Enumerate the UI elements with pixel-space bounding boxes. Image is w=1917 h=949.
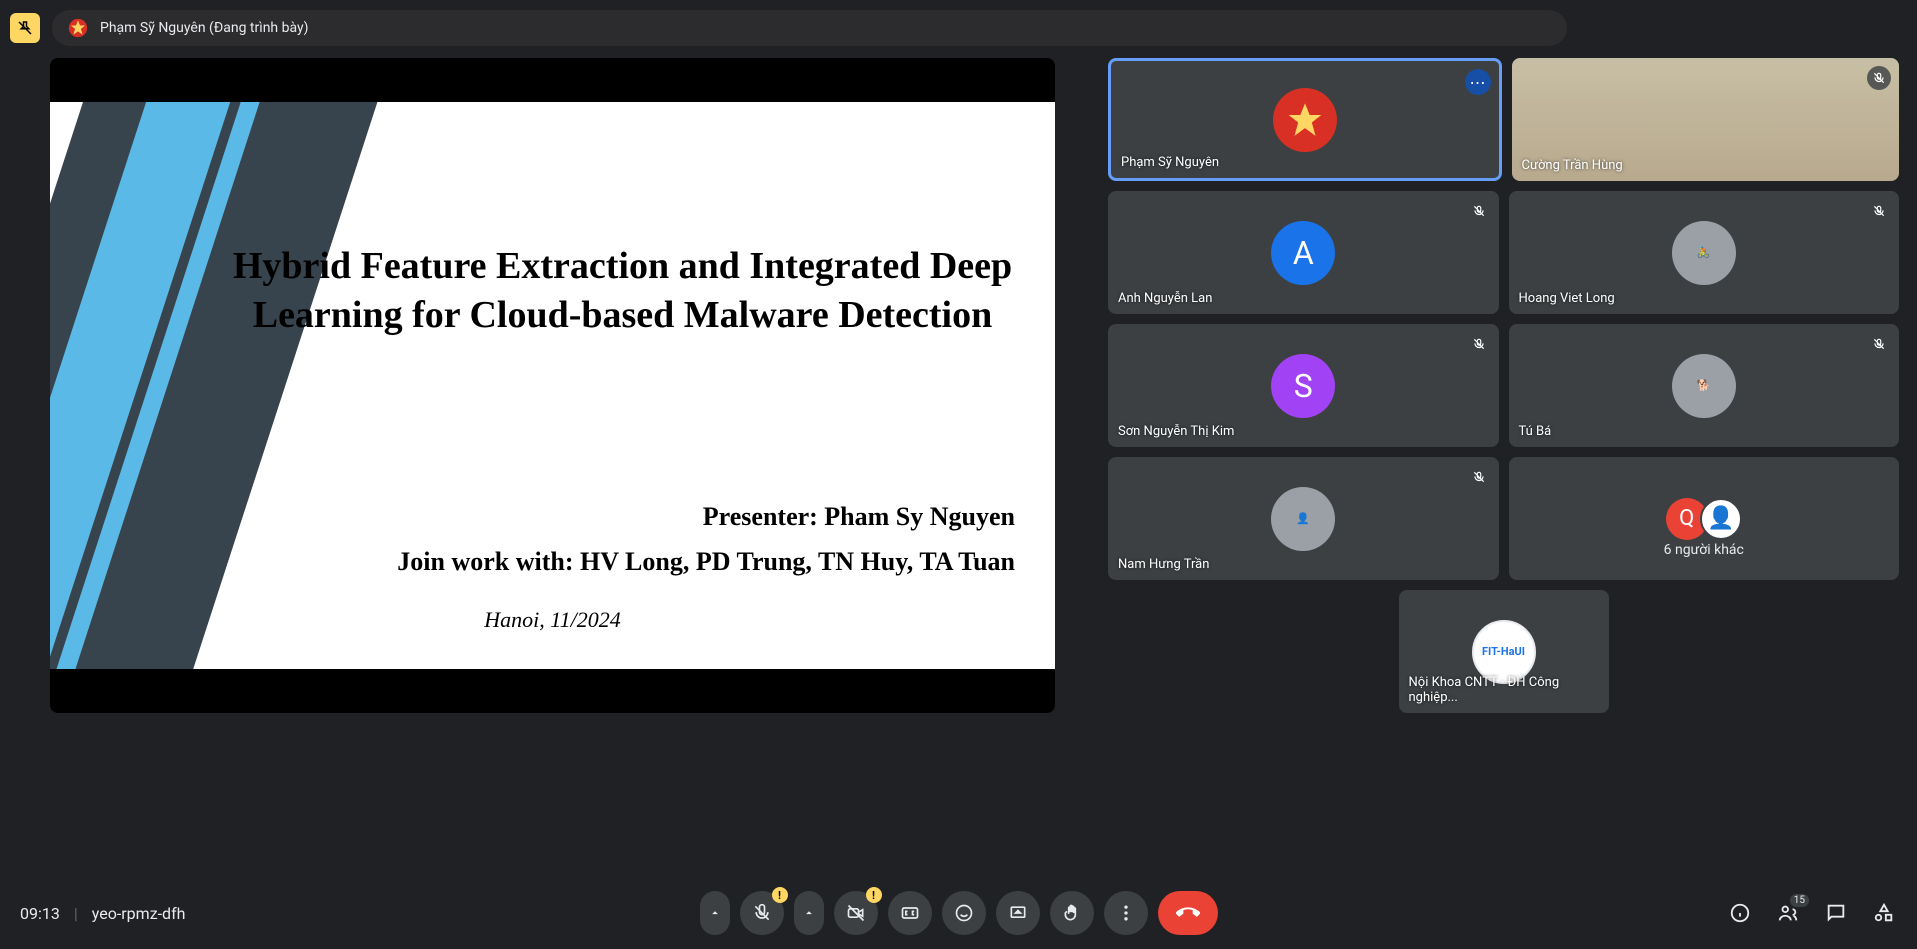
presenter-pill[interactable]: Phạm Sỹ Nguyên (Đang trình bày) xyxy=(52,10,1567,46)
meeting-code[interactable]: yeo-rpmz-dfh xyxy=(92,904,186,923)
presentation-view[interactable]: Hybrid Feature Extraction and Integrated… xyxy=(50,58,1055,713)
participant-tile[interactable]: Cường Trần Hùng xyxy=(1512,58,1900,181)
participant-tile[interactable]: 👤 Nam Hưng Trần xyxy=(1108,457,1499,580)
participant-tile[interactable]: 🚴 Hoang Viet Long xyxy=(1509,191,1900,314)
participant-tile[interactable]: A Anh Nguyễn Lan xyxy=(1108,191,1499,314)
participant-name: Phạm Sỹ Nguyên xyxy=(1121,155,1219,170)
audio-expand-button[interactable] xyxy=(700,891,730,935)
camera-off-icon xyxy=(846,903,866,923)
slide-presenter: Presenter: Pham Sy Nguyen xyxy=(703,502,1015,532)
slide-date: Hanoi, 11/2024 xyxy=(50,607,1055,633)
mic-off-icon xyxy=(1467,332,1491,356)
captions-button[interactable] xyxy=(888,891,932,935)
captions-icon xyxy=(900,903,920,923)
star-icon xyxy=(1285,100,1325,140)
participant-name: Sơn Nguyễn Thị Kim xyxy=(1118,424,1234,439)
others-label: 6 người khác xyxy=(1509,542,1900,558)
clock-label: 09:13 xyxy=(20,904,60,923)
microphone-button[interactable]: ! xyxy=(740,891,784,935)
warn-badge: ! xyxy=(866,887,882,903)
hand-icon xyxy=(1062,903,1082,923)
mic-off-icon xyxy=(1867,332,1891,356)
mic-off-icon xyxy=(1867,199,1891,223)
avatar: S xyxy=(1271,354,1335,418)
present-button[interactable] xyxy=(996,891,1040,935)
phone-icon xyxy=(1176,901,1200,925)
shapes-icon xyxy=(1873,902,1895,924)
separator: | xyxy=(74,904,78,923)
raise-hand-button[interactable] xyxy=(1050,891,1094,935)
more-vert-icon xyxy=(1116,903,1136,923)
presenter-label: Phạm Sỹ Nguyên (Đang trình bày) xyxy=(100,20,309,36)
chevron-up-icon xyxy=(802,906,816,920)
camera-button[interactable]: ! xyxy=(834,891,878,935)
meeting-info: 09:13 | yeo-rpmz-dfh xyxy=(20,904,185,923)
pin-button[interactable] xyxy=(10,13,40,43)
slide-authors: Join work with: HV Long, PD Trung, TN Hu… xyxy=(397,547,1015,577)
slide-decor xyxy=(50,102,382,669)
avatar: A xyxy=(1271,221,1335,285)
participant-name: Anh Nguyễn Lan xyxy=(1118,291,1212,306)
participant-name: Nam Hưng Trần xyxy=(1118,557,1209,572)
more-options-button[interactable] xyxy=(1104,891,1148,935)
call-controls: ! ! xyxy=(700,891,1218,935)
avatar: 🚴 xyxy=(1672,221,1736,285)
present-icon xyxy=(1008,903,1028,923)
slide-title: Hybrid Feature Extraction and Integrated… xyxy=(230,242,1015,341)
avatar-pair: Q 👤 xyxy=(1666,498,1742,540)
slide: Hybrid Feature Extraction and Integrated… xyxy=(50,102,1055,669)
participant-grid: ⋯ Phạm Sỹ Nguyên Cường Trần Hùng A Anh N… xyxy=(1108,58,1899,713)
participant-name: Hoang Viet Long xyxy=(1519,291,1615,306)
star-icon xyxy=(68,18,88,38)
emoji-icon xyxy=(954,903,974,923)
people-count: 15 xyxy=(1790,894,1809,907)
video-expand-button[interactable] xyxy=(794,891,824,935)
microphone-off-icon xyxy=(752,903,772,923)
info-icon xyxy=(1729,902,1751,924)
participant-tile-others[interactable]: Q 👤 6 người khác xyxy=(1509,457,1900,580)
mic-off-icon xyxy=(1467,465,1491,489)
chevron-up-icon xyxy=(708,906,722,920)
people-button[interactable]: 15 xyxy=(1775,900,1801,926)
avatar xyxy=(1273,88,1337,152)
avatar: 👤 xyxy=(1271,487,1335,551)
warn-badge: ! xyxy=(772,887,788,903)
avatar: 🐕 xyxy=(1672,354,1736,418)
avatar: FIT-HaUI xyxy=(1472,620,1536,684)
chat-button[interactable] xyxy=(1823,900,1849,926)
mic-off-icon xyxy=(1467,199,1491,223)
participant-tile[interactable]: FIT-HaUI Nội Khoa CNTT - ĐH Công nghiệp.… xyxy=(1399,590,1609,713)
participant-tile[interactable]: S Sơn Nguyễn Thị Kim xyxy=(1108,324,1499,447)
participant-name: Nội Khoa CNTT - ĐH Công nghiệp... xyxy=(1409,675,1609,705)
header-bar: Phạm Sỹ Nguyên (Đang trình bày) xyxy=(10,10,1567,46)
participant-name: Cường Trần Hùng xyxy=(1522,158,1623,173)
pin-slash-icon xyxy=(16,19,34,37)
more-icon[interactable]: ⋯ xyxy=(1465,69,1491,95)
leave-call-button[interactable] xyxy=(1158,891,1218,935)
participant-name: Tú Bá xyxy=(1519,424,1552,439)
info-controls: 15 xyxy=(1727,900,1897,926)
chat-icon xyxy=(1825,902,1847,924)
activities-button[interactable] xyxy=(1871,900,1897,926)
bottom-bar: 09:13 | yeo-rpmz-dfh ! ! xyxy=(0,877,1917,949)
mic-off-icon xyxy=(1867,66,1891,90)
reactions-button[interactable] xyxy=(942,891,986,935)
participant-tile[interactable]: ⋯ Phạm Sỹ Nguyên xyxy=(1108,58,1502,181)
participant-tile[interactable]: 🐕 Tú Bá xyxy=(1509,324,1900,447)
info-button[interactable] xyxy=(1727,900,1753,926)
